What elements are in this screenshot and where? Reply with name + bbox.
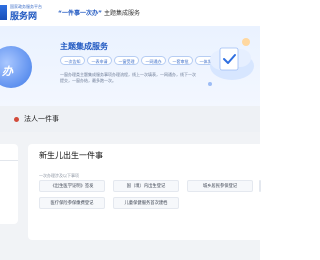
hero-title: 主题集成服务 (60, 42, 108, 51)
hero-badge-text: 办 (2, 65, 13, 78)
card-subtitle: 一次办理涉及以下事项 (39, 173, 79, 178)
service-item[interactable]: 国（境）内出生登记 (113, 180, 179, 192)
hero-tag: 一次告知 (60, 56, 85, 65)
service-item[interactable]: 医疗保险参保缴费登记 (39, 197, 105, 209)
category-sidebar[interactable] (0, 144, 18, 224)
logo-icon[interactable] (0, 5, 7, 20)
sidebar-divider (0, 160, 18, 161)
site-slogan: “一件事一次办” 主题集成服务 (58, 8, 140, 17)
logo-title[interactable]: 服务网 (10, 9, 37, 22)
card-title[interactable]: 新生儿出生一件事 (39, 150, 103, 161)
hero-tag: 一表申请 (87, 56, 112, 65)
cloud-checkmark-illustration-icon (208, 38, 254, 86)
hero-tag: 一窗受理 (114, 56, 139, 65)
slogan-highlight: “一件事一次办” (58, 10, 102, 17)
service-item[interactable]: 城乡居民参保登记 (187, 180, 253, 192)
hero-banner: 办 主题集成服务 一次告知 一表申请 一窗受理 一网通办 一套审批 一体发证 一… (0, 26, 260, 106)
top-header: 国家政务服务平台 服务网 “一件事一次办” 主题集成服务 (0, 0, 260, 26)
service-item[interactable]: 《出生医学证明》签发 (39, 180, 105, 192)
hero-tag: 一套审批 (168, 56, 193, 65)
slogan-rest: 主题集成服务 (103, 10, 140, 17)
section-title: 法人一件事 (24, 115, 59, 123)
service-item[interactable]: 社会保障 (259, 180, 261, 192)
hero-description: 一窗办理类主题集成服务事项办理流程，线上一次填表，一网通办，线下一次提交，一窗办… (60, 72, 196, 83)
hero-tag: 一网通办 (141, 56, 166, 65)
service-item[interactable]: 儿童保健服务首次建档 (113, 197, 179, 209)
section-icon (14, 117, 19, 122)
